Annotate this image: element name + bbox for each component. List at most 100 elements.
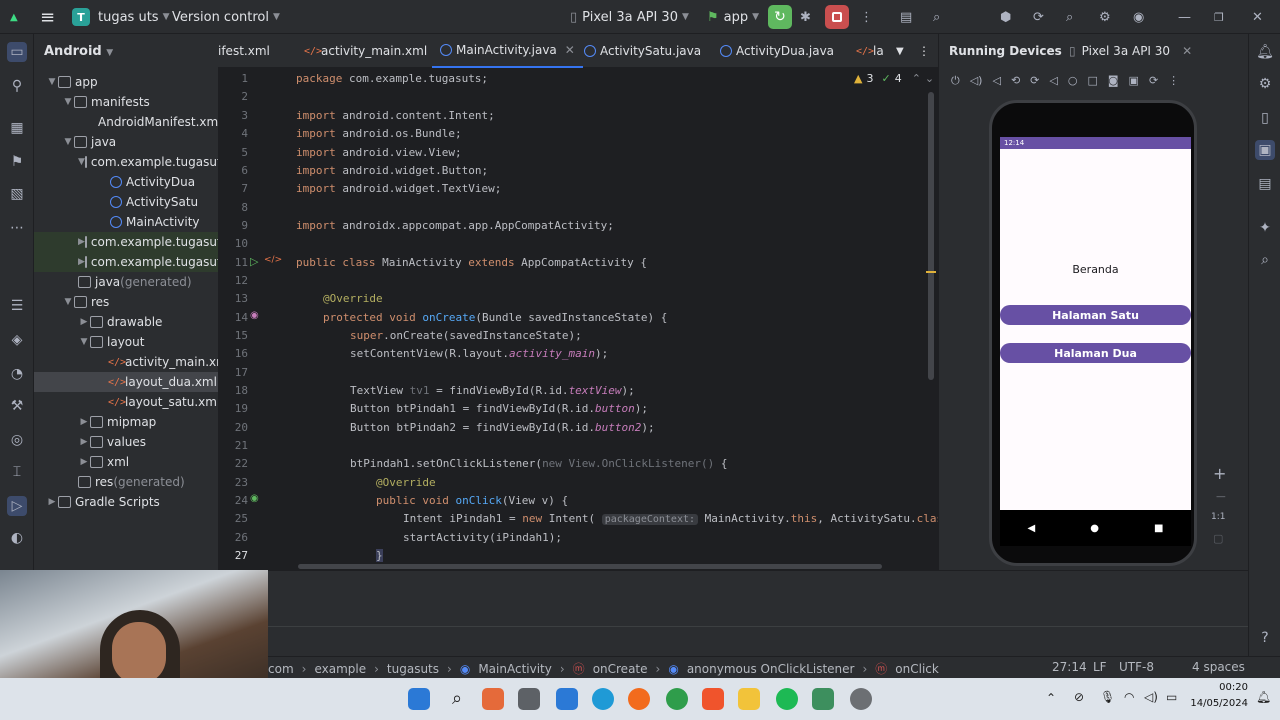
resource-manager-icon[interactable]: ▧ — [7, 184, 27, 204]
tree-item[interactable]: ▼ res — [34, 292, 218, 312]
tree-item[interactable]: ▼ com.example.tugasut — [34, 152, 218, 172]
run-config-selector[interactable]: ⚑ app ▼ — [707, 0, 759, 34]
tree-item[interactable]: ▼ app — [34, 72, 218, 92]
nav-recent-icon[interactable]: ■ — [1154, 523, 1163, 534]
chevron-up-icon[interactable]: ⌃ — [912, 72, 921, 85]
main-menu-icon[interactable]: ≡ — [40, 0, 55, 34]
vertical-scrollbar[interactable] — [928, 92, 934, 380]
file-explorer-icon[interactable] — [738, 688, 760, 710]
more-tools-icon[interactable]: ⋯ — [7, 218, 27, 238]
run-gutter-icon[interactable]: ▷ — [250, 255, 258, 268]
notification-bell-icon[interactable]: 🔔︎ — [1256, 690, 1271, 704]
tab-activity-dua[interactable]: ActivityDua.java — [720, 34, 834, 68]
device-selector[interactable]: ▯ Pixel 3a API 30 ▼ — [570, 0, 689, 34]
tree-item[interactable]: java (generated) — [34, 272, 218, 292]
start-icon[interactable] — [408, 688, 430, 710]
volume-down-icon[interactable]: ◁ — [992, 74, 1000, 88]
debug-button[interactable]: ✱ — [800, 0, 811, 34]
tree-item[interactable]: ▶ xml — [34, 452, 218, 472]
back-icon[interactable]: ◁ — [1049, 74, 1057, 88]
nav-back-icon[interactable]: ◀ — [1028, 523, 1036, 534]
more-tabs-icon[interactable]: ⋮ — [918, 34, 930, 68]
close-tab-icon[interactable]: ✕ — [565, 43, 575, 57]
layout-gutter-icon[interactable]: </> — [264, 255, 282, 265]
overview-icon[interactable]: □ — [1087, 74, 1097, 88]
tree-item[interactable]: </> layout_satu.xml — [34, 392, 218, 412]
app-inspection-icon[interactable]: ⌕ — [933, 0, 940, 34]
override-gutter-icon[interactable]: ◉ — [250, 310, 259, 321]
tree-item[interactable]: res (generated) — [34, 472, 218, 492]
tab-main-activity[interactable]: MainActivity.java ✕ — [432, 34, 583, 68]
android-studio-icon[interactable] — [812, 688, 834, 710]
zoom-out-icon[interactable]: − — [1215, 489, 1227, 505]
power-icon[interactable]: ⏻ — [951, 74, 960, 88]
breadcrumb-item[interactable]: tugasuts — [387, 662, 439, 676]
tab-truncated[interactable]: </> la — [856, 34, 884, 68]
problems-icon[interactable]: ◈ — [7, 330, 27, 350]
tabs-overflow-icon[interactable]: ▼ — [896, 34, 904, 68]
breadcrumb-item[interactable]: anonymous OnClickListener — [687, 662, 855, 676]
todo-icon[interactable]: ☰ — [7, 296, 27, 316]
file-encoding[interactable]: UTF-8 — [1119, 660, 1154, 674]
tray-chevron-icon[interactable]: ⌃ — [1046, 691, 1056, 705]
tree-item[interactable]: ▼ java — [34, 132, 218, 152]
device-explorer-icon[interactable]: ▤ — [1255, 174, 1275, 194]
phone-screen[interactable]: 12:14 Beranda Halaman Satu Halaman Dua — [1000, 137, 1191, 510]
breadcrumb-item[interactable]: onCreate — [593, 662, 648, 676]
tree-item[interactable]: ▶ mipmap — [34, 412, 218, 432]
tab-activity-satu[interactable]: ActivitySatu.java — [584, 34, 701, 68]
device-manager-icon[interactable]: ▯ — [1255, 108, 1275, 128]
breadcrumb-item[interactable]: com — [268, 662, 294, 676]
spotify-icon[interactable] — [776, 688, 798, 710]
tree-item[interactable]: ▶ Gradle Scripts — [34, 492, 218, 512]
screenshot-icon[interactable]: ◙ — [1108, 74, 1119, 88]
screen-record-icon[interactable]: ▣ — [1129, 74, 1139, 88]
zoom-in-icon[interactable]: + — [1213, 464, 1226, 483]
close-tab-icon[interactable]: ✕ — [1182, 44, 1192, 58]
tree-item[interactable]: ActivitySatu — [34, 192, 218, 212]
breadcrumb-item[interactable]: MainActivity — [478, 662, 552, 676]
task-view-icon[interactable] — [518, 688, 540, 710]
tree-item[interactable]: ▼ manifests — [34, 92, 218, 112]
build-icon[interactable]: ⚒ — [7, 396, 27, 416]
copilot-icon[interactable] — [482, 688, 504, 710]
sdk-manager-icon[interactable]: ⬢ — [1000, 0, 1011, 34]
implements-gutter-icon[interactable]: ◉ — [250, 493, 259, 504]
tree-item[interactable]: ▼ layout — [34, 332, 218, 352]
firefox-icon[interactable] — [628, 688, 650, 710]
halaman-satu-button[interactable]: Halaman Satu — [1000, 305, 1191, 325]
tree-item[interactable]: </> layout_dua.xml — [34, 372, 218, 392]
rotate-right-icon[interactable]: ⟳ — [1030, 74, 1039, 88]
volume-icon[interactable]: ◁) — [1144, 690, 1158, 704]
chrome-icon[interactable] — [666, 688, 688, 710]
account-icon[interactable]: ◉ — [1133, 0, 1144, 34]
wifi-icon[interactable]: ◠ — [1124, 690, 1134, 704]
close-icon[interactable]: ✕ — [1252, 0, 1263, 34]
sync-icon[interactable]: ⟳ — [1033, 0, 1044, 34]
terminal-icon[interactable]: ⌶ — [7, 462, 27, 482]
tree-item[interactable]: AndroidManifest.xml — [34, 112, 218, 132]
indent-setting[interactable]: 4 spaces — [1192, 660, 1245, 674]
minimize-icon[interactable]: — — [1178, 0, 1191, 34]
warning-stripe-marker[interactable] — [926, 271, 936, 273]
halaman-dua-button[interactable]: Halaman Dua — [1000, 343, 1191, 363]
inspection-widget[interactable]: ▲ 3 ✓ 4 ⌃ ⌄ — [854, 72, 934, 85]
tree-item[interactable]: ActivityDua — [34, 172, 218, 192]
stop-button[interactable] — [825, 0, 849, 34]
tree-item[interactable]: ▶ drawable — [34, 312, 218, 332]
app-quality-icon[interactable]: ◐ — [7, 528, 27, 548]
clock-time[interactable]: 00:20 — [1190, 682, 1248, 693]
settings-icon[interactable] — [850, 688, 872, 710]
brave-icon[interactable] — [702, 688, 724, 710]
project-view-selector[interactable]: Android ▼ — [44, 44, 113, 59]
network-off-icon[interactable]: ⊘ — [1074, 690, 1084, 704]
settings-gear-icon[interactable]: ⚙ — [1099, 0, 1111, 34]
tree-item[interactable]: ▶ com.example.tugasut — [34, 232, 218, 252]
tree-item[interactable]: MainActivity — [34, 212, 218, 232]
snapshot-icon[interactable]: ⟳ — [1149, 74, 1158, 88]
microphone-icon[interactable]: 🎙︎ — [1100, 690, 1115, 704]
gemini-icon[interactable]: ✦ — [1255, 218, 1275, 238]
project-view-icon[interactable]: ▭ — [7, 42, 27, 62]
run-tool-icon[interactable]: ▷ — [7, 496, 27, 516]
device-tab[interactable]: ▯ Pixel 3a API 30 ✕ — [1069, 44, 1192, 58]
